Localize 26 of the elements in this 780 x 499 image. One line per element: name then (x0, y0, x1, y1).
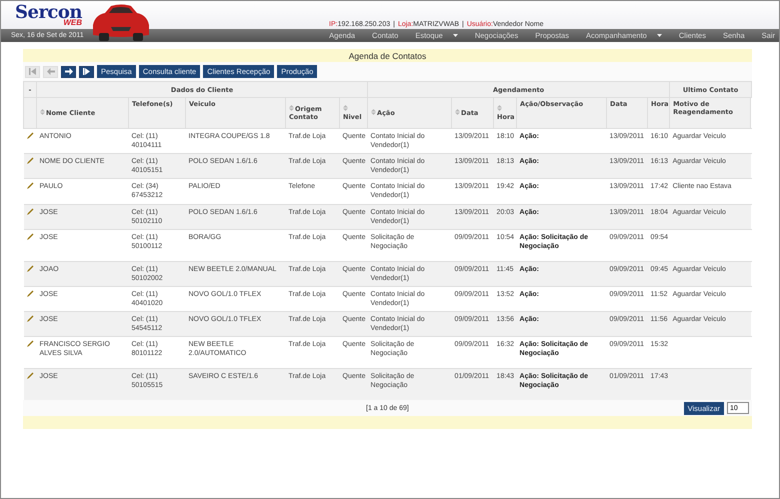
pencil-icon[interactable] (26, 157, 34, 164)
sort-icon (40, 108, 45, 115)
sort-icon (371, 108, 376, 115)
right-arrow-icon (64, 68, 72, 75)
pencil-icon[interactable] (26, 290, 34, 297)
sort-icon (343, 104, 348, 111)
last-page-icon (83, 68, 90, 75)
pencil-icon[interactable] (26, 315, 34, 322)
sort-icon (289, 104, 294, 111)
caret-icon (452, 34, 458, 37)
sort-icon (455, 108, 460, 115)
pencil-icon[interactable] (26, 182, 34, 190)
pencil-icon[interactable] (26, 372, 34, 380)
left-arrow-icon (46, 68, 54, 75)
pencil-icon[interactable] (26, 132, 34, 139)
first-page-icon (29, 68, 36, 75)
pencil-icon[interactable] (26, 340, 34, 348)
pencil-icon[interactable] (26, 264, 34, 272)
pager-button[interactable] (79, 66, 94, 78)
logo-subtitle: WEB (63, 19, 82, 27)
pencil-icon[interactable] (26, 208, 34, 215)
caret-icon (656, 34, 662, 37)
pager-button[interactable] (61, 66, 76, 78)
sort-icon (497, 104, 502, 111)
pencil-icon[interactable] (26, 232, 34, 240)
page-title: Agenda de Contatos (23, 49, 752, 62)
